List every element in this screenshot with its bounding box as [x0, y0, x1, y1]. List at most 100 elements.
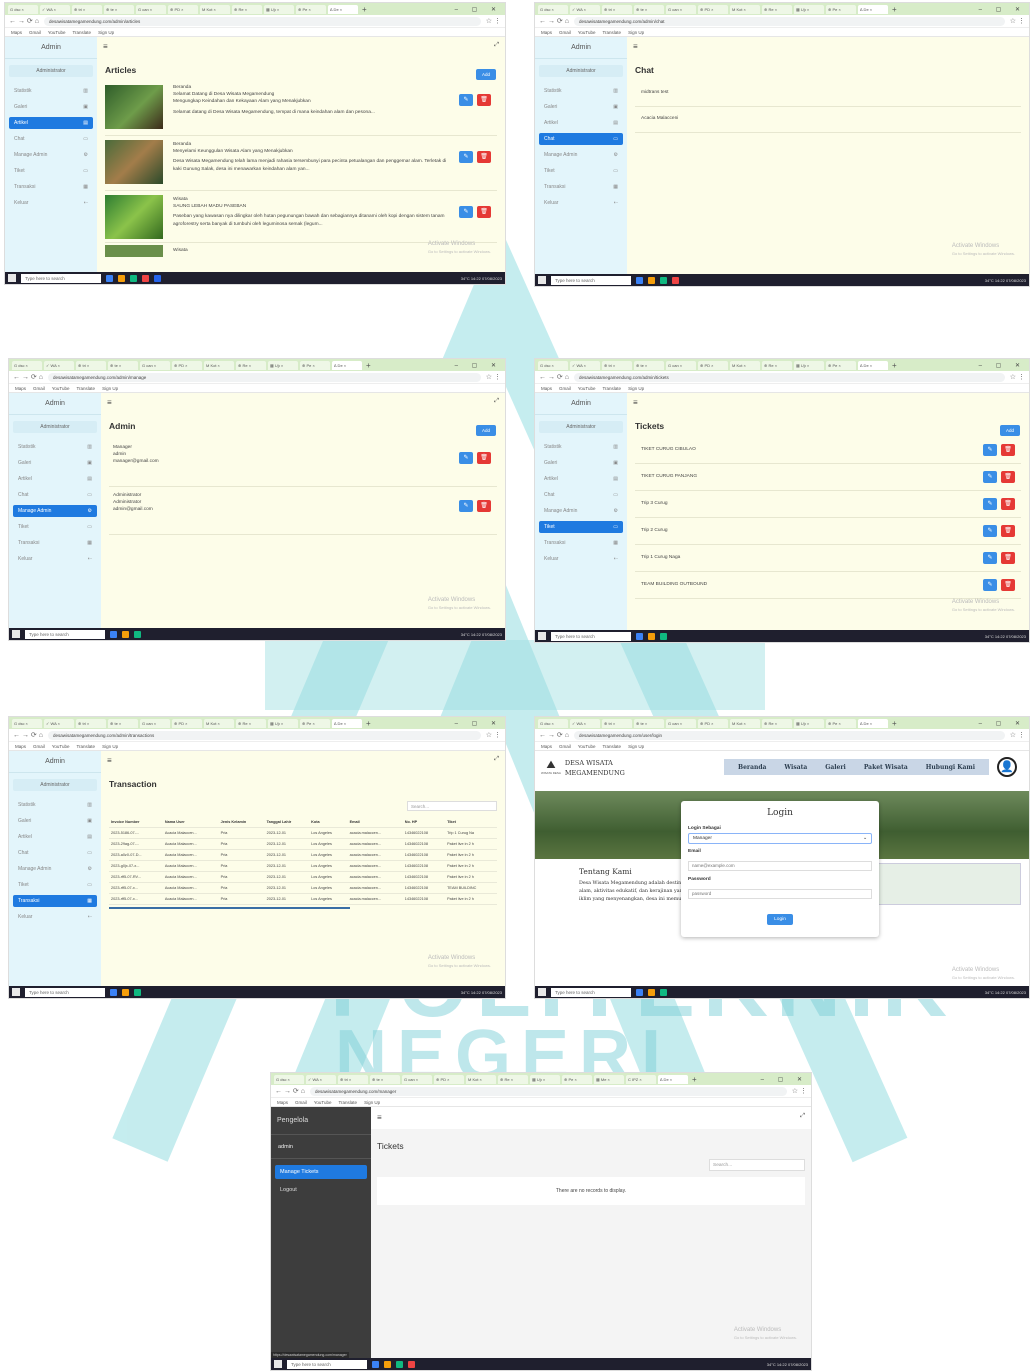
email-field[interactable]: [688, 860, 872, 871]
chat-item[interactable]: Acacia Malacceni: [635, 107, 1021, 133]
browser-tab[interactable]: ✓ WA ×: [306, 1074, 336, 1084]
extensions-icon[interactable]: ☆ ⋮: [486, 731, 501, 739]
app-icon[interactable]: [118, 274, 125, 282]
browser-tab[interactable]: G can ×: [666, 718, 696, 728]
app-icon[interactable]: [154, 274, 161, 282]
table-row[interactable]: 2023-5186-07-... Acacia Malaccen... Pria 20…: [109, 827, 497, 839]
edit-button[interactable]: ✎: [459, 500, 473, 512]
fullscreen-icon[interactable]: ⤢: [494, 398, 499, 410]
app-icon[interactable]: [408, 1360, 415, 1368]
window-controls[interactable]: – ▢ ✕: [979, 6, 1026, 13]
taskbar-search[interactable]: Type here to search: [287, 1359, 367, 1369]
edit-button[interactable]: ✎: [983, 471, 997, 483]
browser-tab[interactable]: ⊕ te ×: [108, 718, 138, 728]
url-field[interactable]: desawisatamegamendung.com/admin/manage: [47, 372, 481, 382]
browser-tab-active[interactable]: ∆ De ×: [858, 718, 888, 728]
window-controls[interactable]: – ▢ ✕: [455, 6, 502, 13]
delete-button[interactable]: 🗑: [477, 452, 491, 464]
sidebar-item-tiket[interactable]: Tiket ▭: [539, 165, 623, 177]
new-tab-icon[interactable]: +: [892, 719, 897, 728]
nav-hubungi-kami[interactable]: Hubungi Kami: [926, 764, 975, 771]
edit-button[interactable]: ✎: [459, 452, 473, 464]
table-row[interactable]: 2023-29ag-07-... Acacia Malaccen... Pria 20…: [109, 838, 497, 850]
sidebar-item-galeri[interactable]: Galeri ▣: [539, 101, 623, 113]
new-tab-icon[interactable]: +: [692, 1075, 697, 1084]
browser-tab[interactable]: ✓ WA ×: [40, 4, 70, 14]
browser-tab-active[interactable]: ∆ De ×: [332, 360, 362, 370]
bookmark[interactable]: Maps: [277, 1100, 288, 1105]
sidebar-item-chat[interactable]: Chat ▭: [13, 847, 97, 859]
app-icon[interactable]: [648, 988, 655, 996]
browser-tab[interactable]: G dsc ×: [538, 4, 568, 14]
extensions-icon[interactable]: ☆ ⋮: [486, 373, 501, 381]
app-icon[interactable]: [384, 1360, 391, 1368]
edit-button[interactable]: ✎: [459, 151, 473, 163]
delete-button[interactable]: 🗑: [477, 500, 491, 512]
app-icon[interactable]: [122, 630, 129, 638]
table-row[interactable]: 2023-rff5-07-x... Acacia Malaccen... Pria 2…: [109, 893, 497, 905]
edit-button[interactable]: ✎: [983, 444, 997, 456]
add-button[interactable]: Add: [999, 425, 1020, 436]
taskbar-search[interactable]: Type here to search: [551, 631, 631, 641]
browser-tab[interactable]: ⊕ Pe ×: [300, 718, 330, 728]
browser-tab[interactable]: ⊕ PD ×: [698, 360, 728, 370]
browser-tab[interactable]: ⊕ Pe ×: [826, 718, 856, 728]
app-icon[interactable]: [106, 274, 113, 282]
sidebar-item-manage-admin[interactable]: Manage Admin ⚙: [13, 863, 97, 875]
sidebar-item-keluar[interactable]: Keluar ⇠: [13, 911, 97, 923]
sidebar-item-tiket[interactable]: Tiket ▭: [13, 521, 97, 533]
login-button[interactable]: Login: [767, 914, 793, 925]
bookmark[interactable]: Translate: [338, 1100, 357, 1105]
sidebar-item-tiket[interactable]: Tiket ▭: [13, 879, 97, 891]
windows-start-icon[interactable]: [538, 276, 546, 284]
menu-icon[interactable]: ≡: [633, 42, 638, 54]
menu-icon[interactable]: ≡: [103, 42, 108, 54]
window-controls[interactable]: – ▢ ✕: [455, 720, 502, 727]
browser-tab[interactable]: G can ×: [402, 1074, 432, 1084]
browser-tab[interactable]: ⊕ tri ×: [602, 718, 632, 728]
browser-tab[interactable]: M Kot ×: [204, 360, 234, 370]
bookmark[interactable]: Translate: [72, 30, 91, 35]
browser-tab[interactable]: M Kot ×: [730, 718, 760, 728]
sidebar-item-manage-admin[interactable]: Manage Admin ⚙: [13, 505, 97, 517]
bookmark[interactable]: Sign Up: [364, 1100, 380, 1105]
bookmark[interactable]: Gmail: [29, 30, 41, 35]
browser-tab[interactable]: ▦ Ujı ×: [530, 1074, 560, 1084]
app-icon[interactable]: [636, 988, 643, 996]
windows-start-icon[interactable]: [12, 630, 20, 638]
new-tab-icon[interactable]: +: [892, 361, 897, 370]
bookmark[interactable]: Maps: [15, 744, 26, 749]
sidebar-item-chat[interactable]: Chat ▭: [9, 133, 93, 145]
delete-button[interactable]: 🗑: [477, 94, 491, 106]
bookmark[interactable]: Gmail: [559, 386, 571, 391]
browser-tab[interactable]: ⊕ te ×: [634, 718, 664, 728]
system-tray[interactable]: 34°C 14:22 07/08/2023: [985, 634, 1026, 639]
taskbar-search[interactable]: Type here to search: [25, 629, 105, 639]
browser-tab[interactable]: M Kot ×: [204, 718, 234, 728]
edit-button[interactable]: ✎: [459, 206, 473, 218]
sidebar-item-statistik[interactable]: Statistik ▥: [539, 441, 623, 453]
browser-tab[interactable]: ⊕ Pe ×: [562, 1074, 592, 1084]
sidebar-item-statistik[interactable]: Statistik ▥: [9, 85, 93, 97]
app-icon[interactable]: [636, 632, 643, 640]
sidebar-item-artikel[interactable]: Artikel ▤: [539, 117, 623, 129]
bookmark[interactable]: Sign Up: [628, 30, 644, 35]
browser-tab[interactable]: ⊕ Re ×: [762, 4, 792, 14]
browser-tab[interactable]: ✓ WA ×: [570, 718, 600, 728]
sidebar-item-transaksi[interactable]: Transaksi ▦: [9, 181, 93, 193]
sidebar-item-transaksi[interactable]: Transaksi ▦: [539, 181, 623, 193]
browser-tab[interactable]: ⊕ Pe ×: [300, 360, 330, 370]
browser-tab[interactable]: ⊕ PD ×: [698, 718, 728, 728]
new-tab-icon[interactable]: +: [362, 5, 367, 14]
delete-button[interactable]: 🗑: [1001, 498, 1015, 510]
edit-button[interactable]: ✎: [459, 94, 473, 106]
browser-tab[interactable]: ⊕ tri ×: [76, 718, 106, 728]
browser-tab[interactable]: ⊕ Pe ×: [296, 4, 326, 14]
sidebar-item-transaksi[interactable]: Transaksi ▦: [13, 537, 97, 549]
sidebar-item-artikel[interactable]: Artikel ▤: [13, 473, 97, 485]
app-icon[interactable]: [134, 988, 141, 996]
sidebar-item-logout[interactable]: Logout: [275, 1183, 367, 1197]
bookmark[interactable]: Translate: [602, 30, 621, 35]
browser-tab[interactable]: ✓ WA ×: [44, 360, 74, 370]
browser-tab[interactable]: G dsc ×: [538, 718, 568, 728]
